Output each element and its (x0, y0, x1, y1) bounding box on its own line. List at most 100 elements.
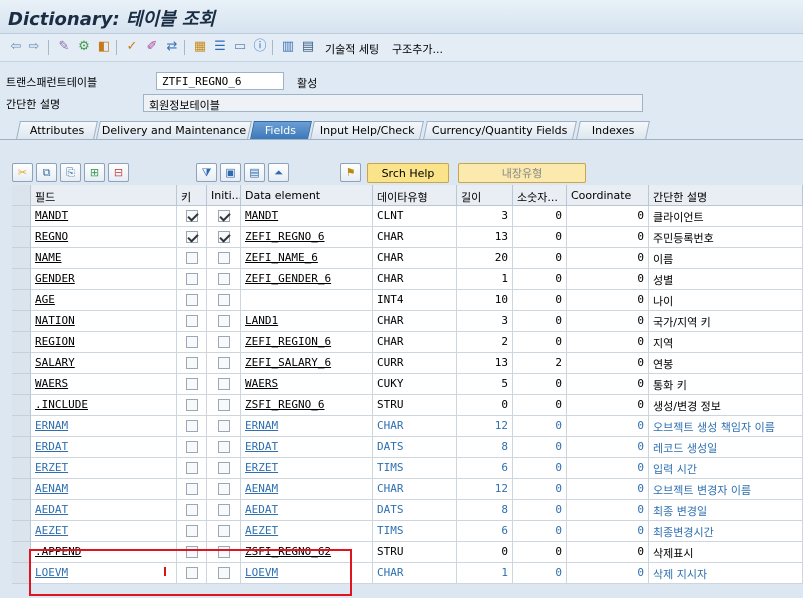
key-checkbox[interactable] (185, 420, 198, 432)
cell-data-element[interactable]: ERZET (241, 458, 373, 479)
row-selector[interactable] (12, 521, 31, 542)
cell-field[interactable]: NATION (31, 311, 177, 332)
col-header-field[interactable]: 필드 (31, 185, 177, 206)
key-checkbox[interactable] (185, 441, 198, 453)
row-selector[interactable] (12, 332, 31, 353)
col-header-initial[interactable]: Initi... (207, 185, 241, 206)
srch-help-button[interactable]: Srch Help (367, 163, 449, 183)
key-checkbox[interactable] (185, 504, 198, 516)
insert-row-icon[interactable]: ⊞ (84, 163, 105, 182)
table-row[interactable]: AEDAT AEDAT DATS 8 0 0 최종 변경일 (12, 500, 803, 521)
col-header-data-type[interactable]: 데이타유형 (373, 185, 457, 206)
display-change-icon[interactable]: ⚙ (76, 39, 92, 55)
description-field[interactable]: 회원정보테이블 (143, 94, 643, 112)
row-selector[interactable] (12, 416, 31, 437)
row-selector[interactable] (12, 353, 31, 374)
initial-values-checkbox[interactable] (217, 567, 230, 579)
back-icon[interactable]: ⇦ (8, 39, 24, 55)
cell-data-element[interactable]: ZEFI_NAME_6 (241, 248, 373, 269)
key-checkbox[interactable] (185, 483, 198, 495)
initial-values-checkbox[interactable] (217, 525, 230, 537)
navigate-icon[interactable]: ▦ (192, 39, 208, 55)
table-name-field[interactable]: ZTFI_REGNO_6 (156, 72, 284, 90)
initial-values-checkbox[interactable] (217, 399, 230, 411)
table-row[interactable]: AENAM AENAM CHAR 12 0 0 오브젝트 변경자 이름 (12, 479, 803, 500)
cell-field[interactable]: MANDT (31, 206, 177, 227)
cell-field[interactable]: AEZET (31, 521, 177, 542)
tab-attributes[interactable]: Attributes (16, 121, 98, 139)
row-selector[interactable] (12, 206, 31, 227)
cell-field[interactable]: AEDAT (31, 500, 177, 521)
forward-icon[interactable]: ⇨ (26, 39, 42, 55)
table-row[interactable]: ERZET ERZET TIMS 6 0 0 입력 시간 (12, 458, 803, 479)
tab-currency-quantity[interactable]: Currency/Quantity Fields (423, 121, 577, 139)
col-header-short-description[interactable]: 간단한 설명 (649, 185, 803, 206)
cell-data-element[interactable]: LAND1 (241, 311, 373, 332)
cell-field[interactable]: GENDER (31, 269, 177, 290)
cell-field[interactable]: WAERS (31, 374, 177, 395)
cell-data-element[interactable]: WAERS (241, 374, 373, 395)
cell-field[interactable]: .APPEND (31, 542, 177, 563)
cell-field[interactable]: NAME (31, 248, 177, 269)
row-selector[interactable] (12, 290, 31, 311)
cell-data-element[interactable]: AEDAT (241, 500, 373, 521)
key-checkbox[interactable] (185, 273, 198, 285)
hierarchy-icon[interactable]: ☰ (212, 39, 228, 55)
table-row[interactable]: NATION LAND1 CHAR 3 0 0 국가/지역 키 (12, 311, 803, 332)
row-selector[interactable] (12, 248, 31, 269)
technical-settings-button[interactable]: 기술적 세팅 (325, 41, 379, 57)
select-all-icon[interactable]: ▣ (220, 163, 241, 182)
cell-field[interactable]: ERZET (31, 458, 177, 479)
key-checkbox[interactable] (185, 357, 198, 369)
cell-data-element[interactable]: ZEFI_SALARY_6 (241, 353, 373, 374)
other-object-icon[interactable]: ✎ (56, 39, 72, 55)
key-checkbox[interactable] (185, 252, 198, 264)
tab-fields[interactable]: Fields (250, 121, 312, 139)
key-checkbox[interactable] (185, 210, 198, 222)
tab-indexes[interactable]: Indexes (576, 121, 650, 139)
row-selector[interactable] (12, 395, 31, 416)
key-checkbox[interactable] (185, 567, 198, 579)
cell-data-element[interactable]: ZEFI_REGION_6 (241, 332, 373, 353)
col-header-key[interactable]: 키 (177, 185, 207, 206)
cell-field[interactable]: ERNAM (31, 416, 177, 437)
initial-values-checkbox[interactable] (217, 210, 230, 222)
table-row[interactable]: REGION ZEFI_REGION_6 CHAR 2 0 0 지역 (12, 332, 803, 353)
key-checkbox[interactable] (185, 315, 198, 327)
row-selector[interactable] (12, 374, 31, 395)
row-selector[interactable] (12, 437, 31, 458)
col-header-decimals[interactable]: 소숫자... (513, 185, 567, 206)
row-selector[interactable] (12, 479, 31, 500)
row-selector[interactable] (12, 311, 31, 332)
row-selector[interactable] (12, 227, 31, 248)
row-selector[interactable] (12, 269, 31, 290)
cell-field[interactable]: .INCLUDE (31, 395, 177, 416)
delete-row-icon[interactable]: ⊟ (108, 163, 129, 182)
cell-field[interactable]: ERDAT (31, 437, 177, 458)
cell-data-element[interactable]: MANDT (241, 206, 373, 227)
table-row[interactable]: SALARY ZEFI_SALARY_6 CURR 13 2 0 연봉 (12, 353, 803, 374)
object-list-icon[interactable]: ✐ (144, 39, 160, 55)
paste-icon[interactable]: ⎘ (60, 163, 81, 182)
col-header-length[interactable]: 길이 (457, 185, 513, 206)
append-structure-button[interactable]: 구조추가... (392, 41, 443, 57)
initial-values-checkbox[interactable] (217, 315, 230, 327)
table-row[interactable]: ERDAT ERDAT DATS 8 0 0 레코드 생성일 (12, 437, 803, 458)
initial-values-checkbox[interactable] (217, 273, 230, 285)
key-checkbox[interactable] (185, 336, 198, 348)
cell-data-element[interactable]: ERDAT (241, 437, 373, 458)
where-used-icon[interactable]: ⇄ (164, 39, 180, 55)
filter-icon[interactable]: ⧩ (196, 163, 217, 182)
cell-field[interactable]: REGNO (31, 227, 177, 248)
cell-field[interactable]: AENAM (31, 479, 177, 500)
cell-data-element[interactable]: ERNAM (241, 416, 373, 437)
initial-values-checkbox[interactable] (217, 336, 230, 348)
cell-data-element[interactable]: ZEFI_REGNO_6 (241, 227, 373, 248)
initial-values-checkbox[interactable] (217, 420, 230, 432)
where-used-list-icon[interactable]: ⚑ (340, 163, 361, 182)
info-icon[interactable]: ⓘ (252, 39, 268, 55)
details-icon[interactable]: ▤ (244, 163, 265, 182)
row-selector[interactable] (12, 542, 31, 563)
cell-data-element[interactable]: ZEFI_GENDER_6 (241, 269, 373, 290)
graphic-icon[interactable]: ▥ (280, 39, 296, 55)
